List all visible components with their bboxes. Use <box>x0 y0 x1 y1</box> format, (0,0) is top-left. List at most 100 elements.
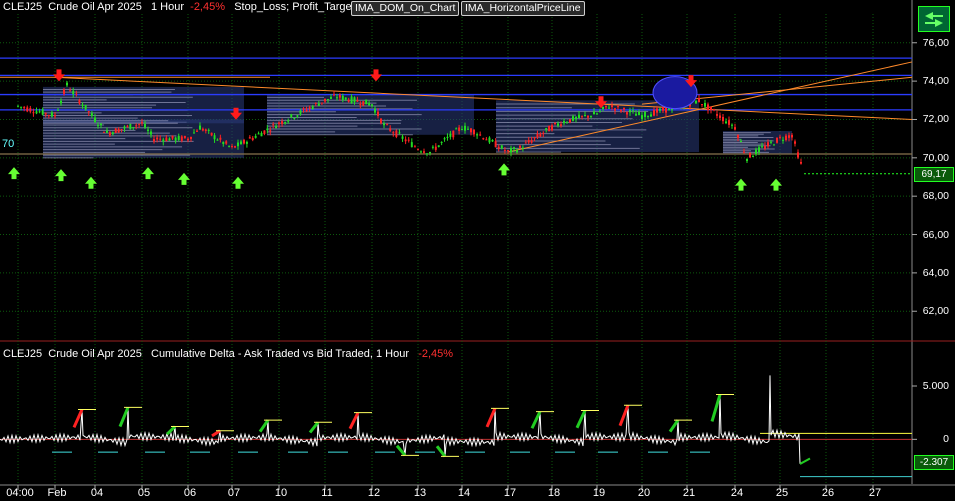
delta-symbol-label: CLEJ25 <box>3 348 43 360</box>
candle-body <box>479 134 482 136</box>
chart-canvas[interactable] <box>0 0 955 501</box>
candle-body <box>317 103 320 107</box>
candle-body <box>417 149 419 151</box>
candle-body <box>620 109 622 112</box>
candle-body <box>171 135 174 139</box>
candle-body <box>147 129 149 131</box>
candle-body <box>123 126 126 129</box>
candle-body <box>132 127 135 129</box>
candle-body <box>542 132 545 134</box>
candle-body <box>392 132 395 134</box>
candle-body <box>386 124 389 126</box>
candle-body <box>108 132 111 136</box>
candle-body <box>578 114 580 119</box>
trade-toggle-icon[interactable] <box>918 6 950 32</box>
candle-body <box>193 132 195 134</box>
candle-body <box>362 101 365 106</box>
candle-body <box>593 111 595 115</box>
delta-segment <box>308 421 320 434</box>
candle-body <box>429 152 431 154</box>
candle-body <box>260 132 263 137</box>
timeframe-label: 1 Hour <box>151 1 185 13</box>
candle-body <box>782 139 784 141</box>
candle-body <box>533 137 536 139</box>
delta-study-label: Cumulative Delta - Ask Traded vs Bid Tra… <box>151 348 410 360</box>
buy-arrow <box>142 167 154 180</box>
candle-body <box>180 136 183 141</box>
candle-body <box>401 136 404 139</box>
candle-body <box>245 141 248 144</box>
candle-body <box>305 109 308 112</box>
candle-body <box>746 158 748 162</box>
time-axis-label: 17 <box>503 487 517 499</box>
candle-body <box>770 141 772 143</box>
candle-body <box>44 112 47 115</box>
time-axis-label: 26 <box>821 487 835 499</box>
candle-body <box>216 139 219 141</box>
candle-body <box>35 111 38 114</box>
delta-instrument-name: Crude Oil Apr 2025 <box>48 348 142 360</box>
candle-body <box>144 124 146 128</box>
candle-body <box>327 99 329 101</box>
delta-pane-header: CLEJ25 Crude Oil Apr 2025 Cumulative Del… <box>3 348 453 360</box>
delta-segment <box>668 419 680 433</box>
candle-body <box>371 104 373 106</box>
candle-body <box>204 129 207 132</box>
candle-body <box>231 146 233 148</box>
candle-body <box>423 151 425 153</box>
candle-body <box>701 104 703 106</box>
ima-dom-on-chart-button[interactable]: IMA_DOM_On_Chart <box>351 1 460 16</box>
candle-body <box>311 106 314 110</box>
time-axis-label: 13 <box>413 487 427 499</box>
ima-horizontal-price-line-button[interactable]: IMA_HorizontalPriceLine <box>461 1 585 16</box>
candle-body <box>516 150 518 153</box>
time-axis-label: 14 <box>457 487 471 499</box>
candle-body <box>219 137 222 140</box>
candle-body <box>314 103 317 105</box>
delta-segment <box>485 407 497 428</box>
candle-body <box>90 113 93 116</box>
candle-body <box>120 129 123 131</box>
candle-body <box>20 106 23 108</box>
price-tick-label: 68,00 <box>922 190 949 203</box>
candle-body <box>353 97 356 103</box>
candle-body <box>266 128 269 131</box>
candle-body <box>269 130 272 132</box>
candle-body <box>494 141 497 148</box>
candle-body <box>722 116 724 122</box>
candle-body <box>455 128 458 130</box>
candle-body <box>623 107 625 110</box>
candle-body <box>467 128 469 130</box>
candle-body <box>629 110 631 113</box>
candle-body <box>755 149 757 155</box>
candle-body <box>243 139 245 144</box>
candle-body <box>749 152 751 158</box>
candle-body <box>47 115 50 117</box>
candle-body <box>287 120 290 122</box>
candle-body <box>446 136 449 138</box>
candle-body <box>464 125 466 131</box>
time-axis-label: 27 <box>868 487 882 499</box>
candle-body <box>32 112 35 114</box>
candle-body <box>650 114 652 117</box>
time-axis-label: 07 <box>227 487 241 499</box>
candle-body <box>491 139 494 142</box>
candle-body <box>734 127 736 130</box>
candle-body <box>333 94 335 96</box>
candle-body <box>728 120 730 125</box>
candle-body <box>281 121 284 125</box>
candle-body <box>100 123 102 126</box>
candle-body <box>190 136 192 139</box>
time-axis-label: 06 <box>183 487 197 499</box>
delta-tick-label: 5.000 <box>922 380 949 392</box>
candle-body <box>608 107 610 109</box>
time-axis-label: 12 <box>367 487 381 499</box>
candle-body <box>743 151 745 153</box>
change-percent: -2,45% <box>190 1 226 13</box>
candle-body <box>117 128 120 133</box>
candle-body <box>395 130 398 137</box>
candle-body <box>308 107 311 109</box>
candle-body <box>431 146 434 148</box>
candle-body <box>659 108 661 111</box>
buy-arrow <box>232 176 244 189</box>
